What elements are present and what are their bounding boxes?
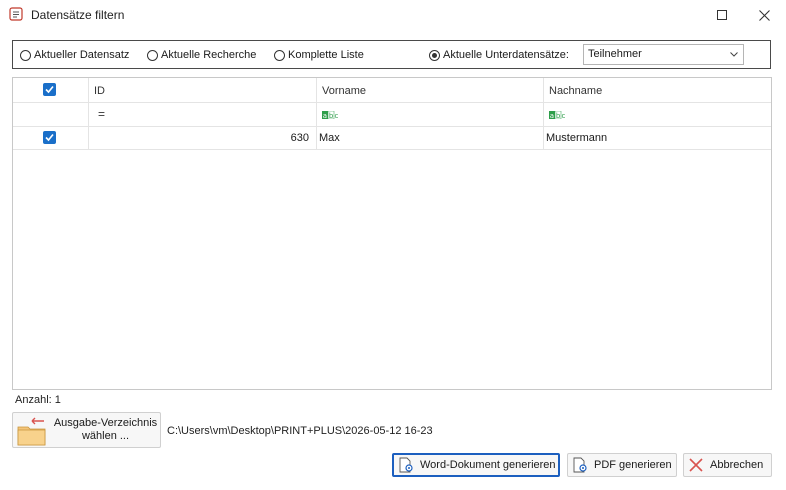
- radio-label: Aktueller Datensatz: [34, 49, 130, 61]
- column-header-nachname[interactable]: Nachname: [544, 78, 771, 102]
- document-gear-icon: [573, 457, 587, 473]
- filter-empty-cell: [13, 103, 89, 126]
- title-bar: Datensätze filtern: [0, 0, 786, 30]
- grid-filter-row: = a b c a b c: [13, 103, 771, 127]
- column-header-label: Vorname: [322, 85, 367, 97]
- radio-aktueller-datensatz[interactable]: Aktueller Datensatz: [20, 49, 129, 61]
- select-all-checkbox[interactable]: [43, 83, 56, 96]
- column-header-vorname[interactable]: Vorname: [317, 78, 544, 102]
- radio-circle: [20, 49, 31, 61]
- maximize-icon: [717, 10, 727, 20]
- checkmark-icon: [45, 85, 54, 94]
- cell-id: 630: [89, 127, 317, 149]
- chevron-down-icon: [730, 52, 738, 57]
- cell-nachname-value: Mustermann: [546, 132, 608, 144]
- column-header-label: Nachname: [549, 85, 603, 97]
- radio-aktuelle-recherche[interactable]: Aktuelle Recherche: [147, 49, 256, 61]
- records-grid: ID Vorname Nachname = a b c a b c 630 Ma…: [12, 77, 772, 390]
- app-icon: [9, 7, 23, 21]
- radio-circle: [147, 49, 158, 61]
- abc-text-filter-icon: a b c: [322, 111, 339, 119]
- generate-pdf-label: PDF generieren: [594, 459, 672, 471]
- close-x-icon: [689, 458, 703, 472]
- output-path-text: C:\Users\vm\Desktop\PRINT+PLUS\2026-05-1…: [167, 425, 433, 437]
- close-button[interactable]: [744, 0, 784, 30]
- column-header-id[interactable]: ID: [89, 78, 317, 102]
- cancel-label: Abbrechen: [710, 459, 764, 471]
- record-count-label: Anzahl: 1: [15, 394, 61, 406]
- svg-text:b: b: [329, 112, 334, 119]
- cell-vorname-value: Max: [319, 132, 340, 144]
- document-gear-icon: [399, 457, 413, 473]
- cell-id-value: 630: [290, 132, 309, 144]
- filter-cell-nachname[interactable]: a b c: [544, 103, 771, 126]
- generate-word-button[interactable]: Word-Dokument generieren: [392, 453, 560, 477]
- cell-vorname: Max: [317, 127, 544, 149]
- grid-header-row: ID Vorname Nachname: [13, 78, 771, 103]
- generate-pdf-button[interactable]: PDF generieren: [567, 453, 677, 477]
- header-select-all-cell: [13, 78, 89, 102]
- cancel-button[interactable]: Abbrechen: [683, 453, 772, 477]
- svg-text:b: b: [556, 112, 561, 119]
- radio-circle-checked: [429, 49, 440, 61]
- checkmark-icon: [45, 133, 54, 142]
- equals-operator-icon: =: [98, 107, 106, 121]
- table-row[interactable]: 630 Max Mustermann: [13, 127, 771, 150]
- generate-word-label: Word-Dokument generieren: [420, 459, 556, 471]
- maximize-button[interactable]: [702, 0, 742, 30]
- svg-text:a: a: [323, 112, 327, 119]
- filter-cell-id[interactable]: =: [89, 103, 317, 126]
- radio-label: Aktuelle Recherche: [161, 49, 257, 61]
- radio-label: Komplette Liste: [288, 49, 364, 61]
- filter-cell-vorname[interactable]: a b c: [317, 103, 544, 126]
- row-select-cell: [13, 127, 89, 149]
- radio-label: Aktuelle Unterdatensätze:: [443, 49, 569, 61]
- close-icon: [758, 9, 770, 21]
- scope-radio-group: Aktueller Datensatz Aktuelle Recherche K…: [12, 40, 771, 69]
- choose-output-directory-button[interactable]: Ausgabe-Verzeichnis wählen ...: [12, 412, 161, 448]
- row-checkbox[interactable]: [43, 131, 56, 144]
- radio-komplette-liste[interactable]: Komplette Liste: [274, 49, 364, 61]
- radio-aktuelle-unterdatensaetze[interactable]: Aktuelle Unterdatensätze:: [429, 49, 569, 61]
- cell-nachname: Mustermann: [544, 127, 771, 149]
- svg-text:c: c: [335, 112, 339, 119]
- subrecord-select-value: Teilnehmer: [588, 48, 642, 60]
- window-title: Datensätze filtern: [31, 8, 125, 22]
- choose-output-directory-label: Ausgabe-Verzeichnis wählen ...: [53, 417, 158, 442]
- folder-icon: [17, 417, 46, 446]
- radio-circle: [274, 49, 285, 61]
- subrecord-select[interactable]: Teilnehmer: [583, 44, 744, 65]
- svg-text:a: a: [550, 112, 554, 119]
- column-header-label: ID: [94, 85, 105, 97]
- abc-text-filter-icon: a b c: [549, 111, 566, 119]
- svg-text:c: c: [562, 112, 566, 119]
